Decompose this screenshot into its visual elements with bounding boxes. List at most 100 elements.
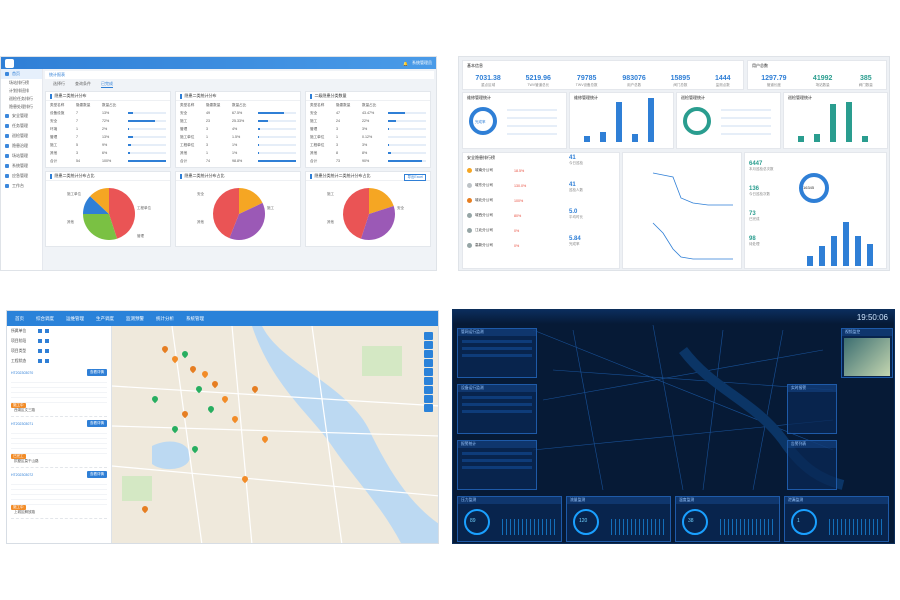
record-address: 上城区解放路: [14, 510, 35, 514]
lake: [152, 441, 191, 470]
breadcrumb[interactable]: 统计报表: [45, 71, 434, 79]
stat-value: 1297.79: [761, 75, 787, 82]
checkbox[interactable]: [45, 359, 49, 363]
map-tool-button[interactable]: [424, 368, 433, 376]
ratio-fill: [258, 120, 268, 122]
map-tool-button[interactable]: [424, 341, 433, 349]
right-monitor-box: 视频监控: [841, 328, 893, 378]
sidebar-subitem[interactable]: 场站排行榜: [1, 79, 42, 87]
stat-item: 41992 场站数量: [813, 75, 832, 88]
kpi-item: 41 巡检人数: [569, 182, 619, 209]
map-svg[interactable]: [112, 326, 438, 543]
tab[interactable]: 查询条件: [75, 81, 91, 87]
menu-icon: [5, 154, 9, 158]
bell-icon[interactable]: 🔔: [403, 61, 408, 66]
stat-value: 385: [859, 75, 872, 82]
tab[interactable]: 选择行: [53, 81, 65, 87]
checkbox[interactable]: [38, 349, 42, 353]
map-tool-button[interactable]: [424, 332, 433, 340]
table-row: 管理 7 13%: [46, 133, 170, 141]
table-row: 环境 1 2%: [46, 125, 170, 133]
checkbox[interactable]: [45, 349, 49, 353]
sidebar-item[interactable]: 隐患治理: [1, 141, 42, 151]
company-name: 城东分公司: [475, 183, 493, 187]
user-menu[interactable]: 🔔 系统管理员: [403, 60, 432, 66]
sidebar-item[interactable]: 场站管理: [1, 151, 42, 161]
nav-item[interactable]: 生产调度: [96, 316, 114, 322]
filter-label: 所属单位: [11, 328, 27, 333]
stat-value: 41992: [812, 75, 833, 82]
detail-button[interactable]: 查看详情: [87, 471, 107, 478]
filter-row[interactable]: 工程状态: [7, 356, 111, 366]
dark-monitoring-screen: 19:50:06 管网运行监测 设备运行监测 报警统计 视频监控 实时报警 告警列表 压力监…: [452, 309, 895, 544]
table-row: 安全 47 43.47%: [306, 109, 430, 117]
ratio-bar: [388, 144, 426, 146]
nav-item[interactable]: 综合调度: [36, 316, 54, 322]
sidebar-subitem[interactable]: 计划排班排: [1, 87, 42, 95]
detail-button[interactable]: 查看详情: [87, 369, 107, 376]
sidebar-item[interactable]: 工作台: [1, 181, 42, 191]
bottom-monitor-box: 泄漏监测 1: [784, 496, 889, 542]
checkbox[interactable]: [38, 359, 42, 363]
city-map[interactable]: [112, 326, 438, 543]
export-button[interactable]: 导出Excel: [404, 174, 426, 181]
nav-item[interactable]: 系统管理: [186, 316, 204, 322]
stat-value: 7031.38: [475, 75, 501, 82]
filter-row[interactable]: 项目类型: [7, 346, 111, 356]
map-tool-button[interactable]: [424, 350, 433, 358]
nav-item[interactable]: 监测预警: [126, 316, 144, 322]
map-tool-button[interactable]: [424, 377, 433, 385]
stat-label: TWV管道总长: [527, 83, 550, 87]
filter-row[interactable]: 项目阶段: [7, 336, 111, 346]
nav-item[interactable]: 统计分析: [156, 316, 174, 322]
bar: [819, 246, 825, 266]
map-tool-button[interactable]: [424, 359, 433, 367]
checkbox[interactable]: [38, 329, 42, 333]
sidebar-item[interactable]: 系统管理: [1, 161, 42, 171]
nav-item[interactable]: 运维管理: [66, 316, 84, 322]
map-tool-button[interactable]: [424, 404, 433, 412]
stat-value: 15895: [670, 75, 691, 82]
company-name: 江北分公司: [475, 228, 493, 232]
table-cell: 3: [336, 143, 338, 147]
sidebar-subitem[interactable]: 隐患处理排行: [1, 103, 42, 111]
checkbox[interactable]: [45, 339, 49, 343]
stat-item: 79785 TWV设备总数: [576, 75, 598, 88]
stat-label: 场站数量: [815, 83, 830, 87]
ratio-bar: [388, 120, 426, 122]
map-tool-button[interactable]: [424, 395, 433, 403]
ratio-bar: [388, 128, 426, 130]
ratio-fill: [128, 120, 156, 122]
sidebar-item[interactable]: 应急管理: [1, 171, 42, 181]
tab[interactable]: 已完成: [101, 81, 113, 88]
bar: [584, 136, 590, 142]
filter-sidebar: 所属单位 项目阶段 项目类型 工程状态 HT202303070 查看详情 施工中 西湖区文三…: [7, 326, 112, 543]
sidebar-item[interactable]: 安全管理: [1, 111, 42, 121]
nav-item[interactable]: 首页: [15, 316, 24, 322]
ranking-pct: 0%: [514, 228, 520, 233]
checkbox[interactable]: [45, 329, 49, 333]
ratio-bar: [388, 136, 426, 138]
column-header: 类型名称: [50, 102, 65, 107]
box-title: 视频监控: [842, 329, 892, 336]
kpi-item: 6447 本月巡检总次数: [749, 161, 799, 186]
record-address: 拱墅区莫干山路: [14, 459, 39, 463]
detail-button[interactable]: 查看详情: [87, 420, 107, 427]
checkbox[interactable]: [38, 339, 42, 343]
legend-line: [507, 117, 557, 119]
stat-label: 监测点数: [715, 83, 730, 87]
kpi-label: 完成率: [569, 242, 580, 246]
filter-row[interactable]: 所属单位: [7, 326, 111, 336]
sidebar-subitem[interactable]: 巡检任务排行: [1, 95, 42, 103]
table-cell: 1: [206, 135, 208, 139]
filter-label: 项目类型: [11, 348, 27, 353]
sidebar-item[interactable]: 巡检管理: [1, 131, 42, 141]
legend-line: [507, 125, 557, 127]
table-cell: 施工单位: [180, 134, 195, 139]
table-cell: 24: [336, 119, 340, 123]
menu-icon: [5, 164, 9, 168]
map-tool-button[interactable]: [424, 386, 433, 394]
sidebar-item[interactable]: 首页: [1, 69, 42, 79]
table-cell: 1: [76, 127, 78, 131]
sidebar-item[interactable]: 任务管理: [1, 121, 42, 131]
